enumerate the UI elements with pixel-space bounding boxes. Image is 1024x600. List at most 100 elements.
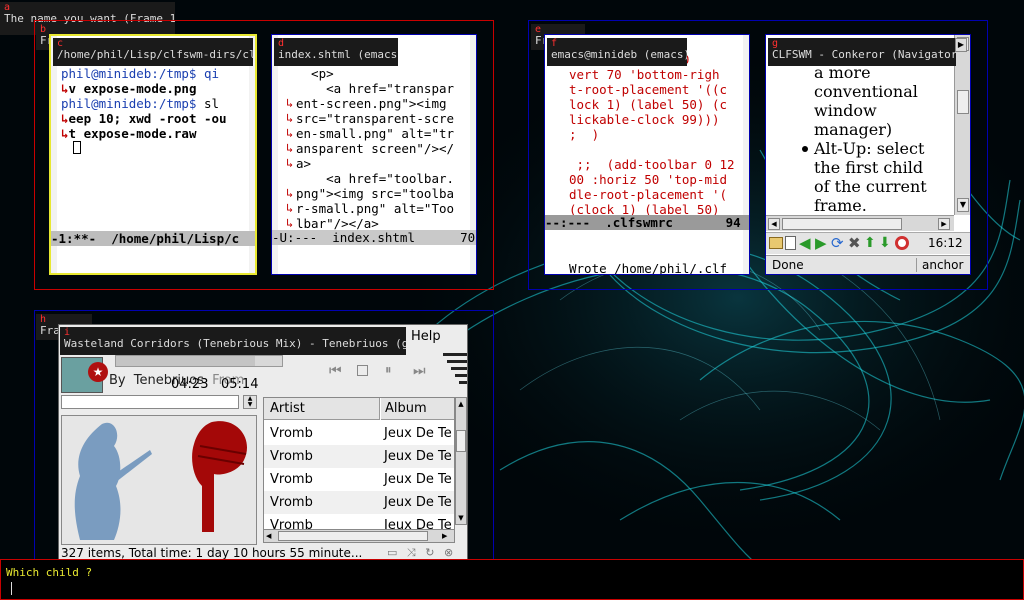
content-text: Alt-Up: select the first child of the cu… <box>814 139 927 215</box>
close-icon[interactable]: ⊗ <box>444 546 453 559</box>
fringe-right <box>743 35 749 274</box>
code-line: lickable-clock 99))) <box>569 112 720 127</box>
repeat-icon[interactable]: ↻ <box>425 546 434 559</box>
forward-arrow-icon[interactable]: ▶ <box>815 235 827 251</box>
cell-album: Jeux De Te <box>384 426 452 441</box>
mode-line: --:--- .clfswmrc 94 <box>545 215 749 230</box>
status-text: Done <box>772 258 804 272</box>
reload-icon[interactable]: ⟳ <box>831 235 844 251</box>
monitor-icon[interactable]: ▭ <box>387 546 397 559</box>
album-art-thumbnail: ★ <box>61 357 108 393</box>
mode-line: -1:**- /home/phil/Lisp/c <box>51 231 255 246</box>
scroll-down-arrow-icon[interactable]: ▼ <box>957 198 969 212</box>
query-input-cursor[interactable] <box>11 582 12 595</box>
source-combo[interactable] <box>61 395 239 409</box>
query-bar[interactable]: Which child ? <box>0 559 1024 600</box>
emacs-clfswmrc-window[interactable]: (add-toolbar 0 0 vert 70 'bottom-righ t-… <box>545 35 749 274</box>
bullet-icon <box>802 146 808 152</box>
cell-album: Jeux De Te <box>384 495 452 510</box>
table-row[interactable]: Vromb Jeux De Te <box>264 445 454 468</box>
browser-toolbar: ◀ ▶ ⟳ ✖ ⬆ ⬇ 16:12 <box>766 232 970 254</box>
new-page-icon[interactable] <box>785 236 796 250</box>
guitarist-and-microphone-image <box>74 421 248 540</box>
window-c-label[interactable]: c /home/phil/Lisp/clfswm-dirs/clfsw <box>53 38 253 66</box>
previous-track-icon[interactable]: ⏮ <box>329 363 342 379</box>
terminal-line: ↳t expose-mode.raw <box>61 126 197 141</box>
emacs-index-window[interactable]: <p> <a href="transpar ent-screen.png"><i… <box>272 35 476 274</box>
window-f-label[interactable]: f emacs@minideb (emacs) <box>547 38 687 66</box>
code-line: t-root-placement '((c <box>569 82 728 97</box>
scroll-down-arrow-icon[interactable]: ▼ <box>456 512 466 524</box>
terminal-content: phil@minideb:/tmp$ qi ↳v expose-mode.png… <box>61 66 227 156</box>
favorite-star-icon[interactable]: ★ <box>88 362 108 382</box>
down-arrow-icon[interactable]: ⬇ <box>879 235 891 251</box>
menu-item-help[interactable]: Help <box>411 329 441 344</box>
code-line: lock 1) (label 50) (c <box>569 97 728 112</box>
shuffle-icon[interactable]: ⤨ <box>407 546 416 559</box>
stop-icon[interactable] <box>357 365 368 376</box>
scroll-left-arrow-icon[interactable]: ◀ <box>266 530 271 542</box>
horizontal-scrollbar[interactable]: ◀ ▶ <box>766 215 954 231</box>
table-row[interactable]: Vromb Jeux De Te <box>264 491 454 514</box>
scroll-right-arrow-icon[interactable]: ▶ <box>442 530 447 542</box>
column-header-album[interactable]: Album <box>381 398 454 420</box>
scrollbar-thumb[interactable] <box>957 90 969 114</box>
combo-spinner-icon[interactable]: ▲ ▼ <box>243 395 257 409</box>
scroll-right-arrow-icon[interactable]: ▶ <box>938 218 950 230</box>
status-bar: Done anchor <box>766 255 970 274</box>
code-line: vert 70 'bottom-righ <box>569 67 720 82</box>
up-arrow-icon[interactable]: ⬆ <box>864 235 876 251</box>
scroll-up-arrow-icon[interactable]: ▲ <box>456 398 466 410</box>
pause-icon[interactable]: ⏸ <box>385 363 392 378</box>
scrollbar-thumb[interactable] <box>278 531 428 541</box>
cell-artist: Vromb <box>270 449 313 464</box>
code-line: ; ) <box>569 127 600 142</box>
wrap-arrows: ↳ ↳ ↳ ↳ ↳ ↳ ↳ ↳ <box>286 96 294 230</box>
frame-title: Fra <box>40 324 60 337</box>
scrollbar-thumb[interactable] <box>456 430 466 452</box>
terminal-window[interactable]: phil@minideb:/tmp$ qi ↳v expose-mode.png… <box>51 36 255 273</box>
scroll-left-arrow-icon[interactable]: ◀ <box>768 218 780 230</box>
status-divider <box>916 258 917 272</box>
time-elapsed: 04:23 <box>171 377 209 392</box>
frame-title: index.shtml (emacs) <box>278 48 398 61</box>
stop-icon[interactable]: ✖ <box>848 235 861 251</box>
time-total: 05:14 <box>221 377 259 392</box>
mode-line: -U:--- index.shtml 70 <box>272 230 476 245</box>
vertical-scrollbar[interactable]: ▲ ▼ <box>954 35 970 215</box>
code-line: src="transparent-scre <box>296 111 455 126</box>
by-label: By <box>109 373 126 388</box>
column-header-artist[interactable]: Artist <box>264 398 380 420</box>
cell-artist: Vromb <box>270 495 313 510</box>
playlist-vertical-scrollbar[interactable]: ▲ ▼ <box>455 397 467 525</box>
cell-artist: Vromb <box>270 472 313 487</box>
code-line: lbar"/></a> <box>296 216 379 231</box>
window-i-label[interactable]: i Wasteland Corridors (Tenebrious Mix) -… <box>60 327 406 355</box>
playlist-horizontal-scrollbar[interactable]: ◀ ▶ <box>263 529 455 543</box>
frame-title: emacs@minideb (emacs) <box>551 48 687 61</box>
cell-album: Jeux De Te <box>384 449 452 464</box>
code-line: <p> <box>296 66 334 81</box>
terminal-line-partial: phil@minideb:/tmp$ qi <box>61 66 220 81</box>
progress-track[interactable] <box>115 355 283 367</box>
window-d-label[interactable]: d index.shtml (emacs) <box>274 38 398 66</box>
lifebuoy-icon[interactable] <box>895 236 909 250</box>
volume-icon[interactable] <box>441 351 467 387</box>
playlist-table[interactable]: Artist Album Vromb Jeux De Te Vromb Jeux… <box>263 397 455 543</box>
code-line: a> <box>296 156 312 171</box>
folder-icon[interactable] <box>769 237 783 249</box>
back-arrow-icon[interactable]: ◀ <box>799 235 811 251</box>
scrollbar-thumb[interactable] <box>782 218 902 230</box>
window-g-label[interactable]: g CLFSWM - Conkeror (Navigator) <box>768 38 956 66</box>
conkeror-window[interactable]: a more conventional window manager) Alt-… <box>766 35 970 274</box>
gmpc-window[interactable]: Help ★ By Tenebriuos From 04:23 05:14 ⏮ … <box>58 324 468 561</box>
clock-text: 16:12 <box>928 236 963 250</box>
next-track-icon[interactable]: ⏭ <box>413 363 426 379</box>
table-row[interactable]: Vromb Jeux De Te <box>264 422 454 445</box>
window-menu-arrow-icon[interactable]: ▶ <box>955 38 967 52</box>
table-row[interactable]: Vromb Jeux De Te <box>264 468 454 491</box>
echo-line: Wrote /home/phil/.clf <box>569 261 728 274</box>
code-line: <a href="transpar <box>296 81 455 96</box>
code-line: ;; (add-toolbar 0 12 <box>569 157 735 172</box>
status-icons: ▭ ⤨ ↻ ⊗ <box>387 546 453 560</box>
